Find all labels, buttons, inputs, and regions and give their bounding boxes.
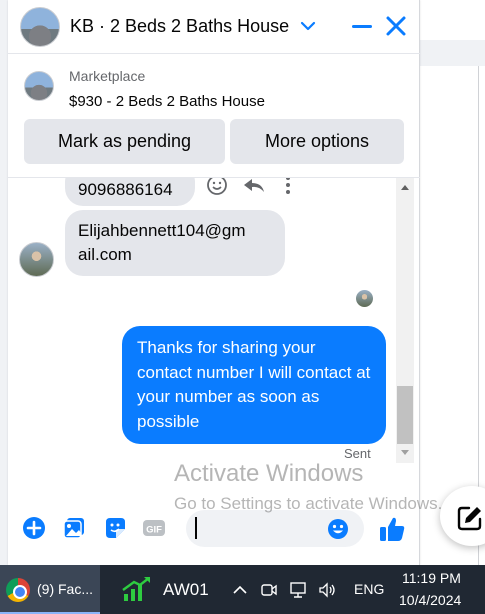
photo-icon[interactable] xyxy=(62,516,86,540)
message-bubble-received[interactable]: 9096886164 xyxy=(65,178,195,206)
page-header-band xyxy=(420,40,485,66)
volume-icon[interactable] xyxy=(317,580,337,600)
taskbar-browser-label: (9) Fac... xyxy=(37,581,94,597)
sender-avatar[interactable] xyxy=(19,242,54,277)
taskbar-language[interactable]: ENG xyxy=(354,581,384,597)
mark-as-pending-button[interactable]: Mark as pending xyxy=(24,119,225,164)
gif-icon[interactable]: GIF xyxy=(142,516,166,540)
message-scrollbar[interactable] xyxy=(396,178,414,463)
emoji-icon[interactable] xyxy=(327,518,349,540)
page-background-right xyxy=(420,0,485,565)
scroll-up-arrow[interactable] xyxy=(401,185,409,190)
reply-icon[interactable] xyxy=(244,179,264,192)
close-icon[interactable] xyxy=(384,14,408,38)
message-bubble-sent[interactable]: Thanks for sharing your contact number I… xyxy=(122,326,386,444)
message-actions xyxy=(207,178,290,195)
message-list[interactable]: 9096886164 Elijahbennett104@gm ail.com T… xyxy=(8,178,420,463)
minimize-icon[interactable] xyxy=(350,14,374,38)
chat-header[interactable]: KB · 2 Beds 2 Baths House xyxy=(8,0,420,54)
message-status: Sent xyxy=(344,446,371,461)
compose-icon xyxy=(457,506,482,531)
taskbar-date[interactable]: 10/4/2024 xyxy=(399,592,461,608)
more-icon[interactable] xyxy=(286,178,290,194)
text-caret xyxy=(195,517,197,539)
message-bubble-received[interactable]: Elijahbennett104@gm ail.com xyxy=(65,210,285,276)
svg-text:GIF: GIF xyxy=(146,525,162,536)
scroll-down-arrow[interactable] xyxy=(401,450,409,455)
more-options-button[interactable]: More options xyxy=(230,119,404,164)
windows-taskbar: (9) Fac... AW01 ENG 11:19 PM 10/4/2024 xyxy=(0,565,485,614)
taskbar-browser-button[interactable]: (9) Fac... xyxy=(0,565,100,614)
page-background-left xyxy=(0,0,8,565)
meet-now-icon[interactable] xyxy=(259,580,279,600)
network-icon[interactable] xyxy=(288,580,308,600)
listing-name[interactable]: $930 - 2 Beds 2 Baths House xyxy=(69,93,265,110)
sticker-icon[interactable] xyxy=(103,516,127,540)
activation-watermark-subtitle: Go to Settings to activate Windows. xyxy=(174,494,443,513)
taskbar-app-label[interactable]: AW01 xyxy=(163,580,209,600)
chevron-up-icon[interactable] xyxy=(230,580,250,600)
taskbar-time[interactable]: 11:19 PM xyxy=(402,570,461,586)
listing-thumbnail[interactable] xyxy=(24,71,54,101)
seen-indicator-avatar xyxy=(356,290,373,307)
plus-icon[interactable] xyxy=(22,516,46,540)
stock-chart-icon[interactable] xyxy=(122,576,152,602)
scroll-thumb[interactable] xyxy=(397,386,413,444)
chrome-icon xyxy=(6,578,30,602)
emoji-icon[interactable] xyxy=(207,178,227,195)
like-icon[interactable] xyxy=(378,515,406,543)
listing-source: Marketplace xyxy=(69,68,146,84)
chat-title[interactable]: KB · 2 Beds 2 Baths House xyxy=(70,16,289,37)
activation-watermark-title: Activate Windows xyxy=(174,460,364,487)
chevron-down-icon[interactable] xyxy=(298,14,318,38)
chat-avatar[interactable] xyxy=(20,7,60,47)
listing-panel: Marketplace $930 - 2 Beds 2 Baths House … xyxy=(8,54,420,178)
